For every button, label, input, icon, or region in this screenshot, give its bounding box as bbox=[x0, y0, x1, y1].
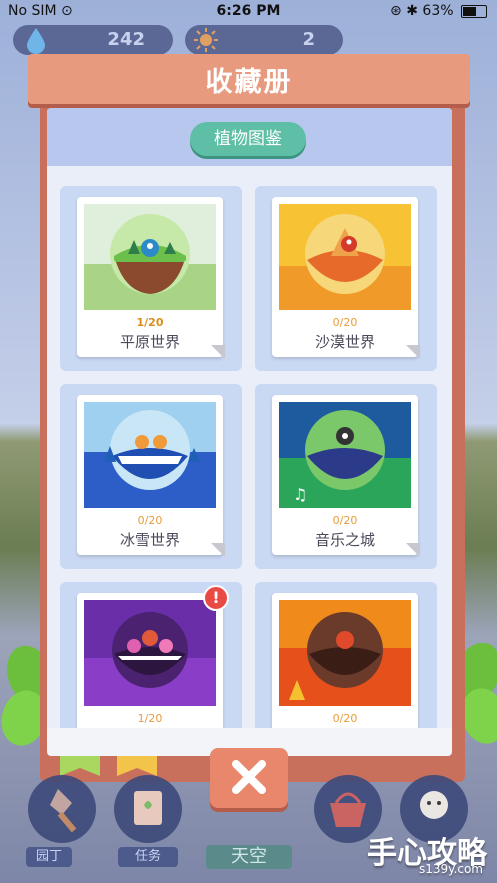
world-name: 音乐之城 bbox=[314, 531, 375, 549]
nav-sky-label[interactable]: 天空 bbox=[206, 845, 292, 869]
status-bar: No SIM ⊙ 6:26 PM ⊛ ✱ 63% bbox=[0, 0, 497, 24]
water-value: 242 bbox=[107, 29, 145, 50]
water-counter[interactable]: 242 bbox=[13, 25, 173, 55]
close-icon bbox=[232, 760, 266, 794]
world-slot-music: ♫ 0/20 音乐之城 bbox=[255, 384, 437, 569]
sun-counter[interactable]: 2 bbox=[185, 25, 343, 55]
tab-plant-guide[interactable]: 植物图鉴 bbox=[190, 122, 306, 156]
nav-task-label[interactable]: 任务 bbox=[118, 847, 178, 867]
page-fold bbox=[406, 543, 420, 557]
world-card-desert[interactable]: 0/20 沙漠世界 bbox=[272, 197, 420, 359]
close-button[interactable] bbox=[210, 748, 288, 808]
watermark: 手心攻略 s139y.com bbox=[367, 828, 487, 876]
bookmark-ribbon-green bbox=[60, 756, 100, 776]
water-drop-icon bbox=[27, 28, 45, 54]
plains-world-artwork bbox=[84, 204, 216, 310]
page-fold bbox=[211, 543, 225, 557]
music-world-artwork: ♫ bbox=[279, 402, 411, 508]
world-slot-desert: 0/20 沙漠世界 bbox=[255, 186, 437, 371]
nav-gardener-button[interactable] bbox=[28, 775, 96, 843]
fire-world-artwork bbox=[279, 600, 411, 706]
page-fold bbox=[406, 345, 420, 359]
world-progress: 0/20 bbox=[137, 514, 163, 527]
watermark-url: s139y.com bbox=[419, 862, 483, 876]
bluetooth-icon: ✱ bbox=[406, 3, 418, 19]
svg-text:♫: ♫ bbox=[293, 485, 307, 504]
world-name: 平原世界 bbox=[119, 333, 180, 351]
world-card-music[interactable]: ♫ 0/20 音乐之城 bbox=[272, 395, 420, 557]
nav-gardener-label[interactable]: 园丁 bbox=[26, 847, 72, 867]
world-name: 冰雪世界 bbox=[119, 531, 180, 549]
world-slot-plains: 1/20 平原世界 bbox=[60, 186, 242, 371]
album-header: 收藏册 bbox=[28, 54, 470, 104]
new-item-badge: ! bbox=[203, 585, 229, 611]
battery-percent: 63% bbox=[422, 3, 454, 19]
world-progress: 0/20 bbox=[332, 712, 358, 725]
world-card-plains[interactable]: 1/20 平原世界 bbox=[77, 197, 225, 359]
purple-world-artwork bbox=[84, 600, 216, 706]
album-page[interactable]: 植物图鉴 1/20 平原世界 0/20 沙漠世界 0/20 冰雪世界 ♫ 0/2… bbox=[47, 108, 452, 756]
sun-value: 2 bbox=[302, 29, 315, 50]
world-progress: 0/20 bbox=[332, 514, 358, 527]
snow-world-artwork bbox=[84, 402, 216, 508]
nav-task-button[interactable] bbox=[114, 775, 182, 843]
world-slot-snow: 0/20 冰雪世界 bbox=[60, 384, 242, 569]
bookmark-ribbon-yellow bbox=[117, 756, 157, 776]
sun-icon bbox=[194, 28, 218, 52]
page-fold bbox=[211, 345, 225, 359]
lock-rotation-icon: ⊛ bbox=[390, 3, 402, 19]
battery-icon bbox=[461, 4, 487, 18]
world-card-snow[interactable]: 0/20 冰雪世界 bbox=[77, 395, 225, 557]
world-progress: 1/20 bbox=[137, 712, 163, 725]
status-right: ⊛ ✱ 63% bbox=[390, 3, 487, 19]
album-title: 收藏册 bbox=[205, 67, 293, 98]
world-name: 沙漠世界 bbox=[314, 333, 375, 351]
world-progress: 1/20 bbox=[136, 316, 164, 329]
shovel-icon bbox=[50, 789, 77, 833]
world-progress: 0/20 bbox=[332, 316, 358, 329]
clipboard-icon bbox=[134, 791, 162, 825]
desert-world-artwork bbox=[279, 204, 411, 310]
